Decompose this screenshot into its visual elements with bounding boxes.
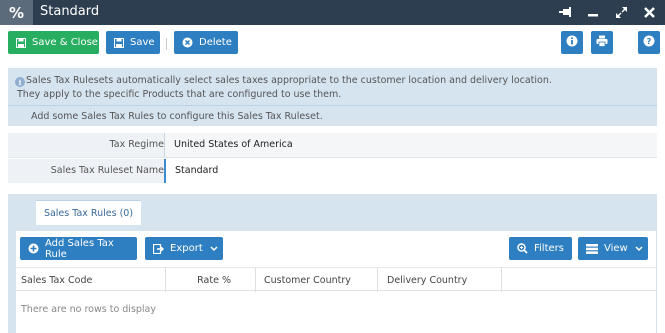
- info-icon: [566, 35, 578, 50]
- pin-icon[interactable]: [556, 3, 576, 21]
- info-text-line1: Sales Tax Rulesets automatically select …: [26, 75, 552, 86]
- help-icon: ?: [643, 35, 655, 50]
- chevron-down-icon: [210, 245, 218, 252]
- tax-regime-row: Tax Regime United States of America: [8, 133, 657, 157]
- export-button[interactable]: Export: [145, 237, 223, 260]
- info-divider: [8, 105, 657, 106]
- view-button[interactable]: View: [578, 237, 648, 260]
- add-sales-tax-rule-button[interactable]: Add Sales Tax Rule: [20, 237, 137, 260]
- toolbar-divider: [166, 38, 167, 50]
- print-button[interactable]: [591, 31, 613, 54]
- delete-label: Delete: [199, 37, 232, 48]
- chevron-down-icon: [635, 245, 643, 252]
- help-button[interactable]: ?: [638, 31, 660, 54]
- window-titlebar: % Standard: [0, 0, 665, 25]
- info-panel: i Sales Tax Rulesets automatically selec…: [8, 68, 657, 126]
- export-icon: [153, 243, 164, 254]
- save-close-button[interactable]: Save & Close: [8, 31, 99, 54]
- ruleset-name-input[interactable]: Standard: [164, 159, 657, 183]
- info-text-line3: Add some Sales Tax Rules to configure th…: [31, 111, 323, 122]
- search-plus-icon: [517, 243, 528, 254]
- save-label: Save: [130, 37, 155, 48]
- tax-regime-field: United States of America: [164, 133, 657, 157]
- add-sales-tax-rule-label: Add Sales Tax Rule: [45, 237, 114, 260]
- filters-label: Filters: [534, 243, 564, 254]
- save-button[interactable]: Save: [106, 31, 160, 54]
- info-circle-icon: i: [15, 77, 25, 87]
- floppy-icon: [114, 37, 124, 48]
- empty-grid-message: There are no rows to display: [21, 304, 157, 315]
- form-divider: [8, 157, 657, 158]
- minimize-icon[interactable]: [583, 3, 603, 21]
- ruleset-name-label: Sales Tax Ruleset Name: [50, 165, 164, 176]
- window-title: Standard: [40, 4, 100, 19]
- column-header-rate[interactable]: Rate %: [166, 268, 256, 292]
- grid-header: Sales Tax Code Rate % Customer Country D…: [16, 267, 656, 292]
- view-label: View: [604, 243, 628, 254]
- export-label: Export: [170, 243, 203, 254]
- column-header-delivery-country[interactable]: Delivery Country: [378, 268, 502, 292]
- close-icon[interactable]: [639, 3, 659, 21]
- maximize-icon[interactable]: [611, 3, 631, 21]
- filters-button[interactable]: Filters: [509, 237, 572, 260]
- info-text-line2: They apply to the specific Products that…: [17, 89, 342, 100]
- plus-circle-icon: [28, 243, 39, 254]
- tax-regime-label: Tax Regime: [109, 139, 164, 150]
- delete-button[interactable]: Delete: [174, 31, 238, 54]
- info-button[interactable]: [561, 31, 583, 54]
- ruleset-name-row: Sales Tax Ruleset Name Standard: [8, 159, 657, 183]
- list-icon: [586, 243, 598, 254]
- printer-icon: [596, 35, 608, 50]
- column-header-sales-tax-code[interactable]: Sales Tax Code: [16, 268, 166, 292]
- percent-icon: %: [0, 0, 33, 25]
- column-header-customer-country[interactable]: Customer Country: [256, 268, 378, 292]
- svg-text:?: ?: [647, 37, 652, 46]
- delete-circle-icon: [182, 37, 193, 48]
- tab-sales-tax-rules[interactable]: Sales Tax Rules (0): [36, 200, 141, 225]
- save-close-label: Save & Close: [32, 37, 98, 48]
- floppy-icon: [16, 37, 26, 48]
